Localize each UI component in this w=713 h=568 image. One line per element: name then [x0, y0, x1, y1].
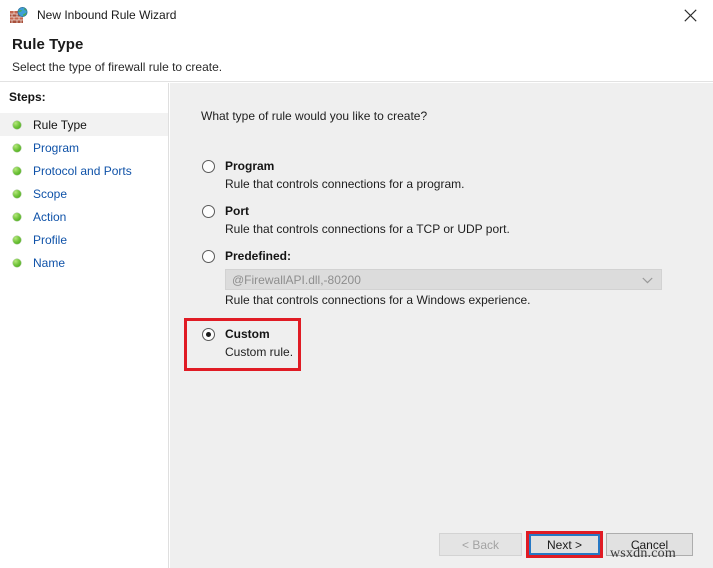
page-title: Rule Type [12, 36, 84, 53]
sidebar-item-action[interactable]: Action [0, 205, 168, 228]
step-bullet-icon [13, 120, 21, 129]
sidebar-item-label: Rule Type [33, 117, 87, 132]
window-title: New Inbound Rule Wizard [37, 8, 177, 22]
predefined-rule-dropdown[interactable]: @FirewallAPI.dll,-80200 [225, 269, 662, 290]
option-predefined-label: Predefined: [225, 249, 292, 263]
steps-sidebar: Steps: Rule Type Program Protocol and Po… [0, 83, 169, 568]
next-button[interactable]: Next > [529, 534, 600, 555]
sidebar-item-scope[interactable]: Scope [0, 182, 168, 205]
option-predefined-description: Rule that controls connections for a Win… [225, 293, 531, 307]
sidebar-item-label: Protocol and Ports [33, 163, 132, 178]
radio-port[interactable] [202, 205, 215, 218]
step-bullet-icon [13, 189, 21, 198]
question-text: What type of rule would you like to crea… [201, 109, 428, 123]
sidebar-item-protocol-and-ports[interactable]: Protocol and Ports [0, 159, 168, 182]
option-port-description: Rule that controls connections for a TCP… [225, 222, 510, 236]
option-custom-description: Custom rule. [225, 345, 294, 359]
watermark: wsxdn.com [610, 546, 676, 561]
option-predefined[interactable]: Predefined: @FirewallAPI.dll,-80200 Rule… [201, 249, 681, 308]
close-icon[interactable] [668, 0, 713, 31]
page-subtitle: Select the type of firewall rule to crea… [12, 60, 223, 74]
option-program[interactable]: Program Rule that controls connections f… [201, 159, 681, 192]
option-custom[interactable]: Custom Custom rule. [201, 327, 681, 360]
sidebar-item-program[interactable]: Program [0, 136, 168, 159]
rule-type-radio-group: Program Rule that controls connections f… [201, 159, 681, 368]
step-bullet-icon [13, 166, 21, 175]
firewall-globe-icon [9, 6, 29, 25]
sidebar-item-label: Action [33, 209, 67, 224]
option-port[interactable]: Port Rule that controls connections for … [201, 204, 681, 237]
step-bullet-icon [13, 235, 21, 244]
radio-program[interactable] [202, 160, 215, 173]
sidebar-item-label: Name [33, 255, 66, 270]
steps-list: Rule Type Program Protocol and Ports Sco… [0, 113, 168, 274]
sidebar-item-label: Program [33, 140, 80, 155]
main-content: What type of rule would you like to crea… [170, 83, 713, 568]
radio-predefined[interactable] [202, 250, 215, 263]
option-port-label: Port [225, 204, 249, 218]
option-program-description: Rule that controls connections for a pro… [225, 177, 465, 191]
option-custom-label: Custom [225, 327, 270, 341]
steps-heading: Steps: [9, 90, 46, 104]
step-bullet-icon [13, 258, 21, 267]
step-bullet-icon [13, 143, 21, 152]
sidebar-item-name[interactable]: Name [0, 251, 168, 274]
chevron-down-icon [642, 271, 653, 289]
sidebar-item-rule-type[interactable]: Rule Type [0, 113, 168, 136]
sidebar-item-label: Scope [33, 186, 68, 201]
predefined-rule-value: @FirewallAPI.dll,-80200 [232, 272, 361, 287]
title-bar: New Inbound Rule Wizard [0, 0, 713, 31]
step-bullet-icon [13, 212, 21, 221]
back-button: < Back [439, 533, 522, 556]
page-header: Rule Type Select the type of firewall ru… [0, 31, 713, 82]
sidebar-item-profile[interactable]: Profile [0, 228, 168, 251]
option-program-label: Program [225, 159, 275, 173]
sidebar-item-label: Profile [33, 232, 68, 247]
radio-custom[interactable] [202, 328, 215, 341]
